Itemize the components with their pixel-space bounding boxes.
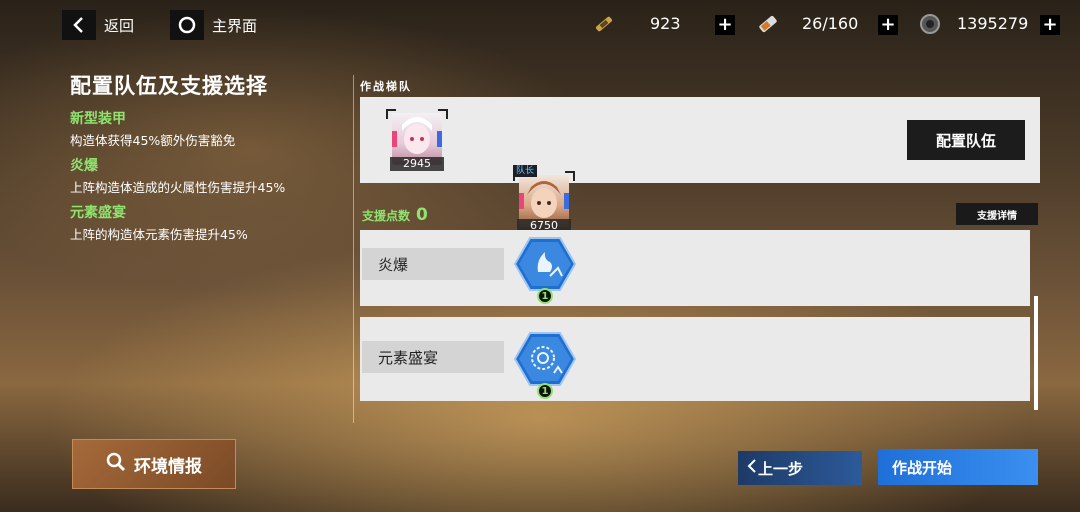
resource-value-coin: 1395279 — [957, 14, 1029, 33]
buff-name: 新型装甲 — [70, 111, 126, 127]
back-arrow-icon — [62, 10, 96, 40]
support-points-label: 支援点数 — [362, 208, 411, 223]
support-row-label: 元素盛宴 — [362, 341, 504, 373]
previous-step-button[interactable]: 上一步 — [738, 451, 862, 485]
team-member-slot[interactable]: 队长 6750 — [513, 165, 575, 233]
environment-intel-label: 环境情报 — [134, 456, 202, 477]
team-section-label: 作战梯队 — [360, 80, 412, 93]
support-row[interactable]: 炎爆 1 — [360, 230, 1030, 306]
key-icon — [592, 12, 618, 36]
team-member-slot[interactable]: 2945 — [386, 109, 448, 171]
resource-value-battery: 26/160 — [802, 14, 859, 33]
buff-list: 新型装甲 构造体获得45%额外伤害豁免 炎爆 上阵构造体造成的火属性伤害提升45… — [70, 108, 285, 243]
start-battle-label: 作战开始 — [892, 458, 953, 477]
support-detail-button[interactable]: 支援详情 — [956, 203, 1038, 225]
home-label: 主界面 — [212, 16, 258, 35]
buff-item: 炎爆 上阵构造体造成的火属性伤害提升45% — [70, 155, 285, 196]
support-points: 支援点数 0 — [362, 205, 428, 225]
buff-name: 元素盛宴 — [70, 205, 126, 221]
support-points-value: 0 — [416, 205, 428, 225]
resource-value-key: 923 — [650, 14, 681, 33]
support-row-label: 炎爆 — [362, 248, 504, 280]
buff-desc: 构造体获得45%额外伤害豁免 — [70, 133, 236, 148]
leader-badge: 队长 — [513, 165, 538, 177]
add-coin-button[interactable]: + — [1040, 15, 1060, 35]
coin-icon — [918, 12, 942, 36]
environment-intel-button[interactable]: 环境情报 — [72, 439, 236, 489]
buff-desc: 上阵构造体造成的火属性伤害提升45% — [70, 180, 286, 195]
team-panel: 2945 队长 6750 1994 配置队伍 — [360, 97, 1040, 295]
scrollbar[interactable] — [1034, 296, 1038, 410]
back-label: 返回 — [104, 16, 135, 35]
support-level-badge: 1 — [537, 288, 553, 304]
buff-item: 元素盛宴 上阵的构造体元素伤害提升45% — [70, 202, 285, 243]
support-row[interactable]: 元素盛宴 1 — [360, 317, 1030, 401]
member-power: 2945 — [390, 157, 444, 171]
page-title: 配置队伍及支援选择 — [70, 74, 268, 98]
element-feast-icon[interactable]: 1 — [513, 331, 577, 399]
home-button[interactable]: 主界面 — [170, 10, 257, 40]
configure-team-button[interactable]: 配置队伍 — [907, 120, 1025, 160]
buff-desc: 上阵的构造体元素伤害提升45% — [70, 227, 248, 242]
support-level-badge: 1 — [537, 383, 553, 399]
buff-item: 新型装甲 构造体获得45%额外伤害豁免 — [70, 108, 285, 149]
search-icon — [106, 452, 126, 477]
back-button[interactable]: 返回 — [62, 10, 134, 40]
buff-name: 炎爆 — [70, 158, 98, 174]
battery-icon — [755, 12, 781, 36]
start-battle-button[interactable]: 作战开始 — [878, 449, 1038, 485]
flame-burst-icon[interactable]: 1 — [513, 236, 577, 304]
add-key-button[interactable]: + — [715, 15, 735, 35]
home-circle-icon — [170, 10, 204, 40]
previous-step-label: 上一步 — [758, 459, 804, 478]
add-battery-button[interactable]: + — [878, 15, 898, 35]
divider — [353, 75, 354, 423]
chevron-left-icon — [746, 458, 758, 478]
